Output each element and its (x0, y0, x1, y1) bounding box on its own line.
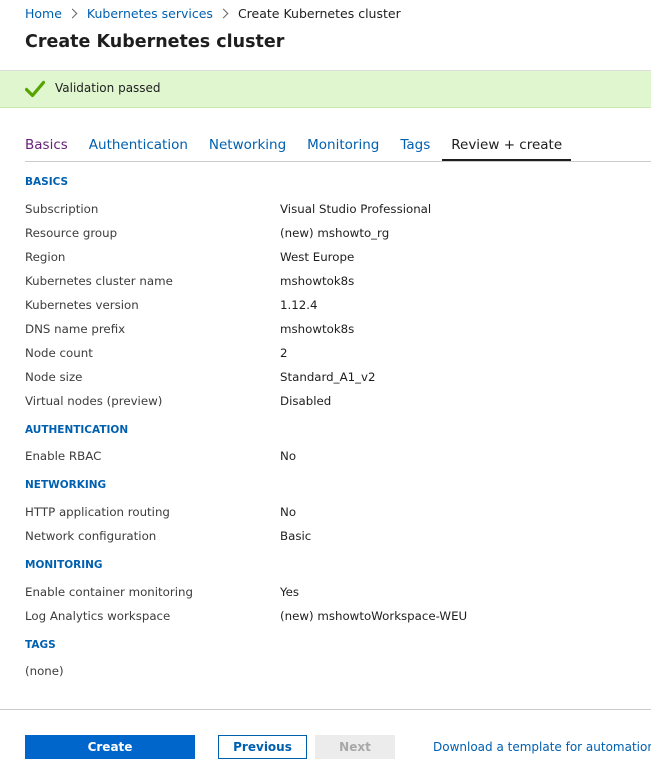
row-label: Enable container monitoring (25, 585, 193, 599)
row-label: Subscription (25, 202, 99, 216)
row-value: mshowtok8s (280, 274, 355, 288)
row-value: West Europe (280, 250, 355, 264)
tab-divider (25, 161, 651, 162)
breadcrumb-kubernetes-services-link[interactable]: Kubernetes services (87, 6, 213, 21)
download-template-link[interactable]: Download a template for automation (433, 740, 651, 754)
breadcrumb-home-link[interactable]: Home (25, 6, 62, 21)
next-button: Next (315, 735, 395, 759)
row-value: 1.12.4 (280, 298, 318, 312)
row-value: mshowtok8s (280, 322, 355, 336)
summary-row-http-routing: HTTP application routing No (25, 505, 625, 521)
row-value: Basic (280, 529, 312, 543)
summary-row-log-analytics-workspace: Log Analytics workspace (new) mshowtoWor… (25, 609, 625, 625)
summary-row-virtual-nodes: Virtual nodes (preview) Disabled (25, 394, 625, 410)
row-label: DNS name prefix (25, 322, 126, 336)
section-heading-tags: TAGS (25, 639, 56, 651)
row-value: (new) mshowtoWorkspace-WEU (280, 609, 468, 623)
breadcrumb: Home Kubernetes services Create Kubernet… (25, 5, 401, 21)
row-value: 2 (280, 346, 288, 360)
summary-row-kubernetes-version: Kubernetes version 1.12.4 (25, 298, 625, 314)
validation-banner: Validation passed (0, 71, 651, 108)
summary-row-network-configuration: Network configuration Basic (25, 529, 625, 545)
section-heading-monitoring: MONITORING (25, 559, 103, 571)
summary-row-node-size: Node size Standard_A1_v2 (25, 370, 625, 386)
summary-row-dns-prefix: DNS name prefix mshowtok8s (25, 322, 625, 338)
row-value: (new) mshowto_rg (280, 226, 390, 240)
chevron-right-icon (218, 8, 229, 18)
tab-review-create[interactable]: Review + create (442, 135, 572, 161)
row-label: Node count (25, 346, 93, 360)
row-label: Kubernetes cluster name (25, 274, 173, 288)
row-label: Node size (25, 370, 83, 384)
summary-row-resource-group: Resource group (new) mshowto_rg (25, 226, 625, 242)
row-value: No (280, 505, 297, 519)
row-label: HTTP application routing (25, 505, 170, 519)
row-label: Log Analytics workspace (25, 609, 171, 623)
row-label: Virtual nodes (preview) (25, 394, 163, 408)
summary-row-node-count: Node count 2 (25, 346, 625, 362)
summary-row-region: Region West Europe (25, 250, 625, 266)
row-value: Standard_A1_v2 (280, 370, 376, 384)
section-heading-networking: NETWORKING (25, 479, 107, 491)
checkmark-icon (25, 80, 45, 98)
row-value: No (280, 449, 297, 463)
tab-bar: Basics Authentication Networking Monitor… (25, 135, 592, 161)
section-heading-authentication: AUTHENTICATION (25, 424, 129, 436)
tab-tags[interactable]: Tags (400, 135, 430, 161)
row-label: Enable RBAC (25, 449, 102, 463)
validation-status-text: Validation passed (55, 81, 161, 95)
row-value: Visual Studio Professional (280, 202, 432, 216)
row-label: Resource group (25, 226, 118, 240)
breadcrumb-current: Create Kubernetes cluster (237, 5, 401, 21)
page-title: Create Kubernetes cluster (25, 32, 285, 52)
row-label: Kubernetes version (25, 298, 139, 312)
summary-row-tags: (none) (25, 664, 625, 680)
footer-divider (0, 709, 651, 710)
create-button[interactable]: Create (25, 735, 195, 759)
previous-button[interactable]: Previous (218, 735, 307, 759)
tab-authentication[interactable]: Authentication (89, 135, 188, 161)
row-value: Yes (280, 585, 300, 599)
summary-row-container-monitoring: Enable container monitoring Yes (25, 585, 625, 601)
tab-monitoring[interactable]: Monitoring (307, 135, 379, 161)
tab-networking[interactable]: Networking (209, 135, 286, 161)
row-label: Network configuration (25, 529, 157, 543)
row-label: Region (25, 250, 66, 264)
tags-empty-text: (none) (25, 664, 64, 678)
chevron-right-icon (67, 8, 78, 18)
section-heading-basics: BASICS (25, 176, 69, 188)
summary-row-cluster-name: Kubernetes cluster name mshowtok8s (25, 274, 625, 290)
summary-row-enable-rbac: Enable RBAC No (25, 449, 625, 465)
row-value: Disabled (280, 394, 332, 408)
summary-row-subscription: Subscription Visual Studio Professional (25, 202, 625, 218)
tab-basics[interactable]: Basics (25, 135, 68, 161)
